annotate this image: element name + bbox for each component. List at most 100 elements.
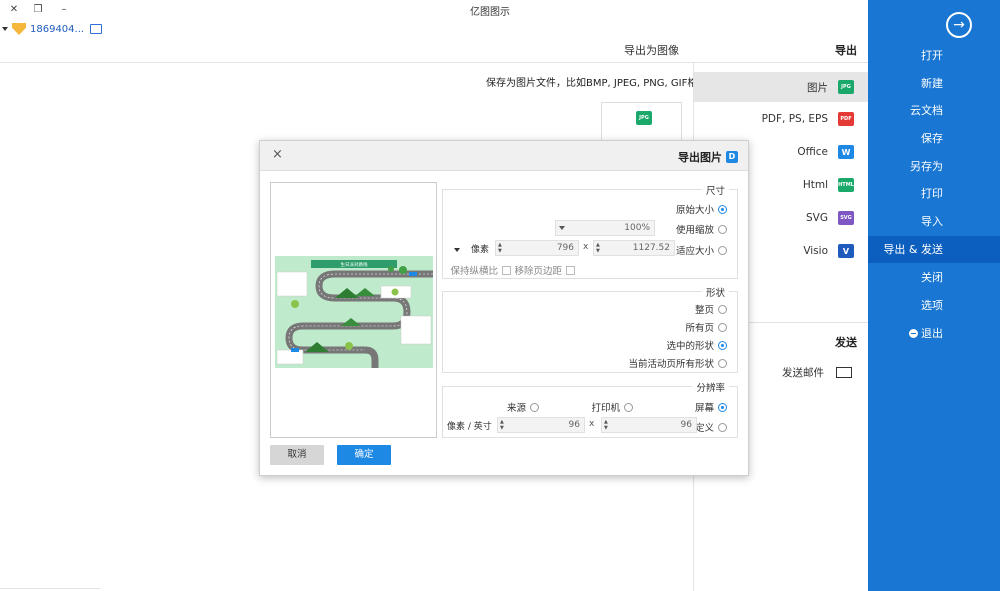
radio-button[interactable] [718, 358, 727, 368]
sidebar-item-new[interactable]: 新建 [921, 70, 943, 97]
res-y-value: 96 [568, 420, 580, 430]
size-zoom-label: 使用缩放 [675, 225, 714, 236]
chevron-down-icon [454, 247, 461, 252]
shape-group-label: 形状 [701, 285, 729, 299]
res-x-value: 96 [680, 420, 692, 430]
height-value: 796 [556, 243, 574, 253]
shape-current-page-option[interactable]: 当前活动页所有形状 [628, 356, 727, 370]
shape-all-pages-option[interactable]: 所有页 [685, 320, 727, 334]
shape-selected-option[interactable]: 选中的形状 [666, 338, 727, 352]
sidebar-item-options[interactable]: 选项 [921, 292, 943, 319]
unit-select[interactable]: 像素 [449, 242, 489, 255]
resolution-group-label: 分辨率 [692, 380, 729, 394]
export-type-label: Office [797, 146, 828, 158]
radio-button[interactable] [718, 304, 727, 314]
back-arrow-icon[interactable]: → [946, 12, 972, 38]
height-field[interactable]: ▲ ▼ 796 [495, 240, 579, 256]
checkbox[interactable] [566, 265, 575, 275]
close-icon[interactable]: × [272, 147, 283, 162]
preview-pane: 生日派对路线 [270, 182, 437, 438]
sidebar-item-save-as[interactable]: 另存为 [910, 153, 943, 180]
export-heading: 导出 [835, 44, 857, 57]
size-original-label: 原始大小 [675, 205, 714, 216]
chevron-down-icon [559, 226, 565, 230]
shape-whole-label: 整页 [694, 305, 714, 316]
radio-button[interactable] [624, 402, 633, 412]
export-type-pdf[interactable]: PDF, PS, EPS PDF [694, 104, 868, 134]
word-file-icon: W [838, 145, 854, 159]
status-divider [0, 588, 100, 589]
checkbox[interactable] [502, 265, 511, 275]
dialog-title: 导出图片 D [678, 149, 738, 165]
unit-value: 像素 [470, 245, 489, 255]
ok-button[interactable]: 确定 [337, 445, 391, 465]
exit-label: 退出 [921, 327, 943, 340]
size-fit-label: 适应大小 [675, 246, 714, 257]
export-type-label: Visio [803, 245, 828, 257]
size-group-label: 尺寸 [701, 183, 729, 197]
sidebar-item-save[interactable]: 保存 [921, 125, 943, 152]
spinner-icon: ▲ ▼ [498, 242, 502, 254]
times-sign: x [589, 419, 595, 429]
export-type-image[interactable]: 图片 JPG [694, 72, 868, 102]
zoom-select[interactable]: 100% [555, 220, 655, 236]
spinner-icon: ▲ ▼ [500, 419, 504, 431]
user-bar[interactable]: 1869404... [2, 21, 103, 37]
dialog-header: × 导出图片 D [260, 141, 748, 171]
pdf-file-icon: PDF [838, 112, 854, 126]
remove-margin-option[interactable]: 移除页边距 [514, 263, 575, 277]
sidebar-item-print[interactable]: 打印 [921, 180, 943, 207]
minimize-window-button[interactable]: – [54, 2, 74, 18]
user-card-icon[interactable] [90, 24, 103, 34]
sidebar-item-import[interactable]: 导入 [921, 208, 943, 235]
preview-title: 生日派对路线 [341, 261, 368, 268]
svg-file-icon: SVG [838, 211, 854, 225]
sidebar-item-close[interactable]: 关闭 [921, 264, 943, 291]
res-printer-option[interactable]: 打印机 [591, 400, 633, 414]
size-group: 尺寸 原始大小 使用缩放 100% 适应大小 ▲ ▼ 1127.52 x ▲ ▼… [442, 183, 738, 279]
res-x-field[interactable]: ▲ ▼ 96 [601, 417, 697, 433]
export-type-label: SVG [806, 212, 828, 224]
radio-button[interactable] [718, 340, 727, 350]
user-account-name[interactable]: 1869404... [30, 24, 84, 35]
jpg-file-icon: JPG [838, 80, 854, 94]
res-unit-label: 像素 / 英寸 [447, 422, 492, 432]
remove-margin-label: 移除页边距 [514, 266, 562, 277]
app-title: 亿图图示 [470, 7, 510, 18]
sidebar-item-open[interactable]: 打开 [921, 42, 943, 69]
radio-button[interactable] [718, 322, 727, 332]
close-window-button[interactable]: ✕ [4, 2, 24, 18]
html-file-icon: HTML [838, 178, 854, 192]
export-image-card[interactable]: JPG [601, 102, 682, 140]
sidebar-item-export-send[interactable]: 导出 & 发送 [868, 236, 1000, 263]
radio-button[interactable] [718, 224, 727, 234]
send-mail-label: 发送邮件 [782, 366, 824, 379]
shape-group: 形状 整页 所有页 选中的形状 当前活动页所有形状 [442, 285, 738, 373]
sidebar-item-cloud[interactable]: 云文档 [910, 97, 943, 124]
radio-button[interactable] [718, 422, 727, 432]
radio-button[interactable] [718, 245, 727, 255]
cancel-button[interactable]: 取消 [270, 445, 324, 465]
res-y-field[interactable]: ▲ ▼ 96 [497, 417, 585, 433]
res-source-option[interactable]: 来源 [507, 400, 539, 414]
spinner-icon: ▲ ▼ [604, 419, 608, 431]
export-type-label: Html [802, 179, 828, 191]
shape-whole-page-option[interactable]: 整页 [695, 302, 727, 316]
size-zoom-option[interactable]: 使用缩放 [676, 222, 727, 236]
radio-button[interactable] [718, 204, 727, 214]
radio-button[interactable] [530, 402, 539, 412]
res-screen-option[interactable]: 屏幕 [695, 400, 727, 414]
width-field[interactable]: ▲ ▼ 1127.52 [593, 240, 675, 256]
title-bar: ✕ ❐ – 亿图图示 [0, 0, 868, 20]
keep-ratio-option[interactable]: 保持纵横比 [450, 263, 511, 277]
shape-current-label: 当前活动页所有形状 [628, 359, 714, 370]
vip-diamond-icon [12, 23, 26, 35]
size-fit-option[interactable]: 适应大小 [676, 243, 727, 257]
restore-window-button[interactable]: ❐ [28, 2, 48, 18]
main-description: 保存为图片文件，比如BMP, JPEG, PNG, GIF格式。 [486, 78, 718, 89]
main-title: 导出为图像 [624, 44, 679, 57]
sidebar-item-exit[interactable]: 退出 [909, 320, 943, 347]
size-original-option[interactable]: 原始大小 [676, 202, 727, 216]
radio-button[interactable] [718, 402, 727, 412]
chevron-down-icon[interactable] [2, 27, 8, 31]
